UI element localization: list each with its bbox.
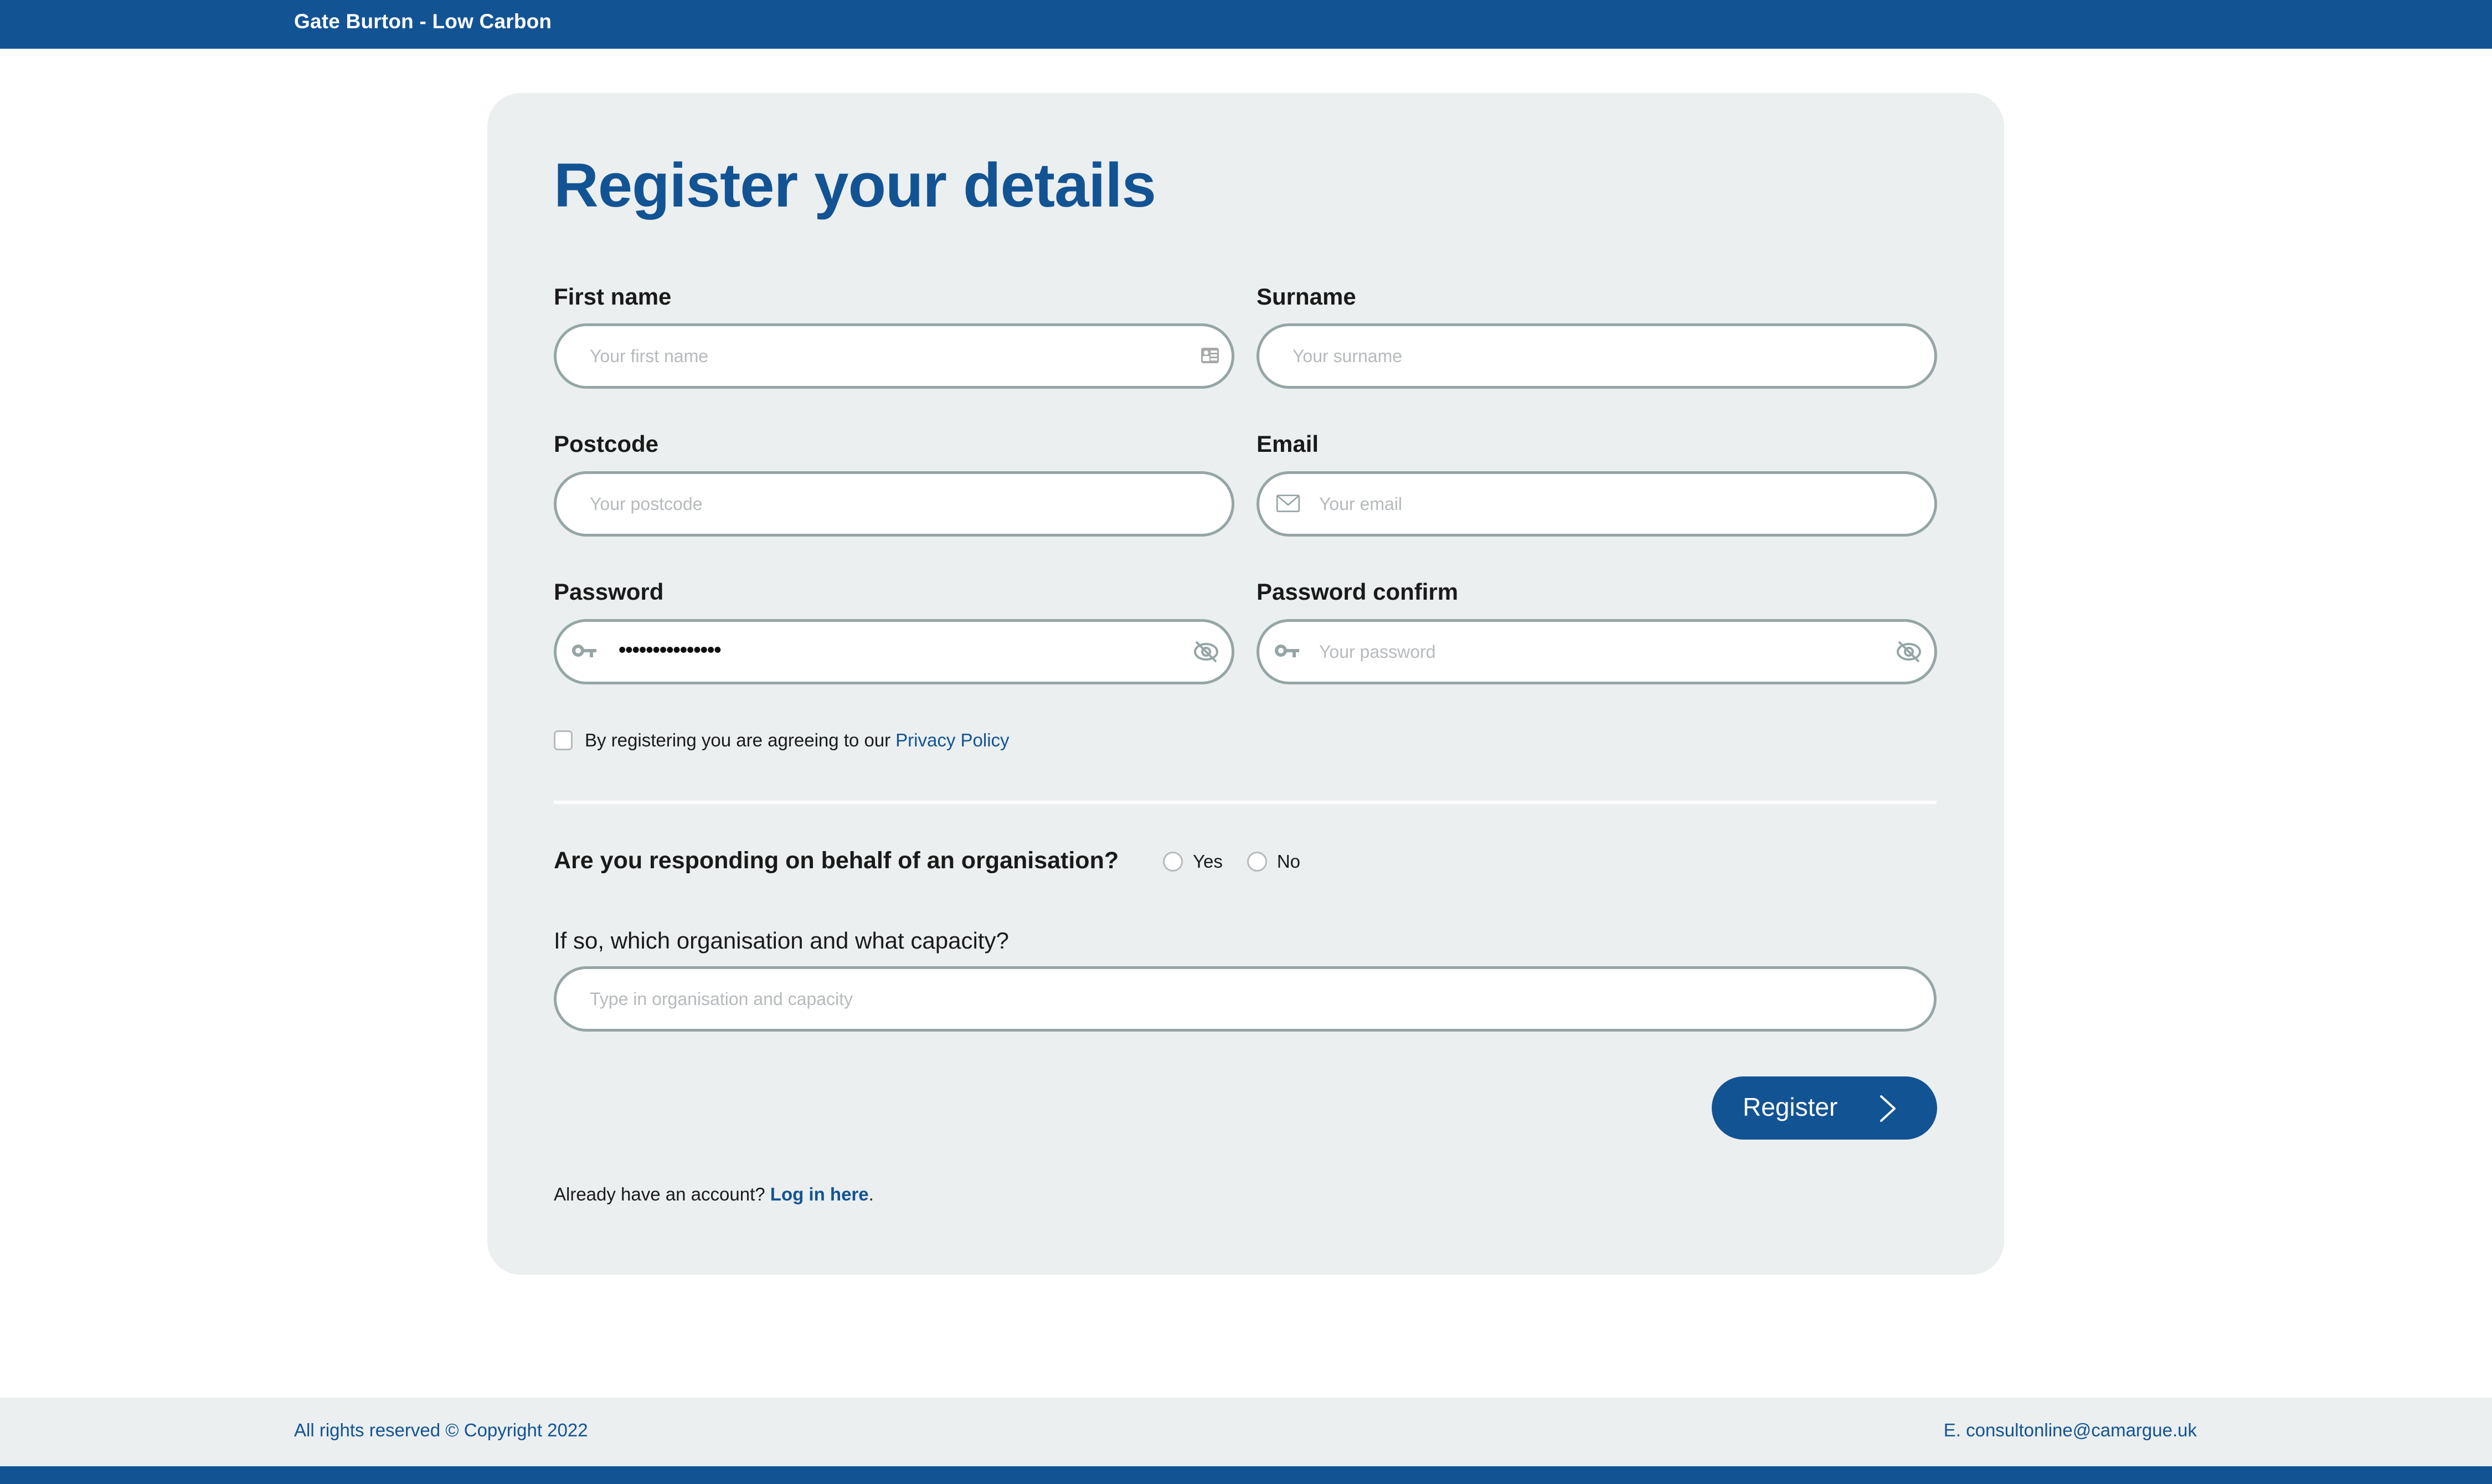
organisation-question: Are you responding on behalf of an organ…	[554, 847, 1119, 874]
copyright-text: All rights reserved © Copyright 2022	[294, 1420, 588, 1440]
password-value[interactable]: •••••••••••••••	[619, 638, 722, 662]
organisation-yes-label[interactable]: Yes	[1193, 851, 1223, 872]
envelope-icon	[1276, 494, 1300, 512]
register-button[interactable]: Register	[1712, 1076, 1937, 1140]
key-icon	[1275, 645, 1299, 657]
first-name-label: First name	[554, 284, 672, 310]
login-link[interactable]: Log in here	[770, 1184, 869, 1204]
privacy-policy-link[interactable]: Privacy Policy	[895, 730, 1009, 751]
email-input[interactable]	[1319, 474, 1873, 534]
email-field[interactable]	[1257, 471, 1937, 537]
password-label: Password	[554, 579, 664, 605]
eye-slash-icon[interactable]	[1193, 640, 1219, 664]
eye-slash-icon[interactable]	[1896, 640, 1922, 664]
surname-input[interactable]	[1293, 326, 1846, 386]
chevron-right-icon	[1880, 1095, 1896, 1122]
surname-field[interactable]	[1257, 323, 1937, 389]
password-confirm-field[interactable]	[1257, 619, 1937, 684]
footer: All rights reserved © Copyright 2022 E. …	[0, 1398, 2492, 1466]
organisation-no-radio[interactable]	[1247, 852, 1267, 872]
contact-card-icon	[1201, 348, 1219, 363]
organisation-radio-group: Yes No	[1163, 851, 1325, 872]
organisation-detail-field[interactable]	[554, 966, 1937, 1032]
login-suffix: .	[868, 1184, 874, 1204]
site-title[interactable]: Gate Burton - Low Carbon	[294, 10, 552, 33]
organisation-yes-radio[interactable]	[1163, 852, 1183, 872]
postcode-field[interactable]	[554, 471, 1234, 537]
bottom-bar	[0, 1466, 2492, 1484]
postcode-label: Postcode	[554, 431, 659, 457]
contact-email[interactable]: E. consultonline@camargue.uk	[1944, 1420, 2197, 1441]
password-confirm-label: Password confirm	[1257, 579, 1459, 605]
surname-label: Surname	[1257, 284, 1356, 310]
password-field[interactable]: •••••••••••••••	[554, 619, 1234, 684]
privacy-consent-checkbox[interactable]	[554, 730, 573, 750]
first-name-field[interactable]	[554, 323, 1234, 389]
key-icon	[572, 645, 596, 657]
top-bar: Gate Burton - Low Carbon	[0, 0, 2492, 49]
first-name-input[interactable]	[590, 326, 1144, 386]
organisation-detail-input[interactable]	[590, 969, 1863, 1029]
consent-text: By registering you are agreeing to our	[585, 730, 891, 750]
postcode-input[interactable]	[590, 474, 1144, 534]
organisation-detail-label: If so, which organisation and what capac…	[554, 928, 1009, 954]
login-prompt: Already have an account? Log in here.	[554, 1184, 874, 1205]
section-divider	[554, 801, 1937, 804]
email-label: Email	[1257, 431, 1319, 457]
register-button-label: Register	[1743, 1093, 1838, 1121]
login-prompt-text: Already have an account?	[554, 1184, 765, 1204]
organisation-no-label[interactable]: No	[1277, 851, 1300, 872]
privacy-consent: By registering you are agreeing to our P…	[554, 730, 1010, 751]
page-title: Register your details	[554, 151, 1156, 220]
password-confirm-input[interactable]	[1319, 622, 1873, 682]
